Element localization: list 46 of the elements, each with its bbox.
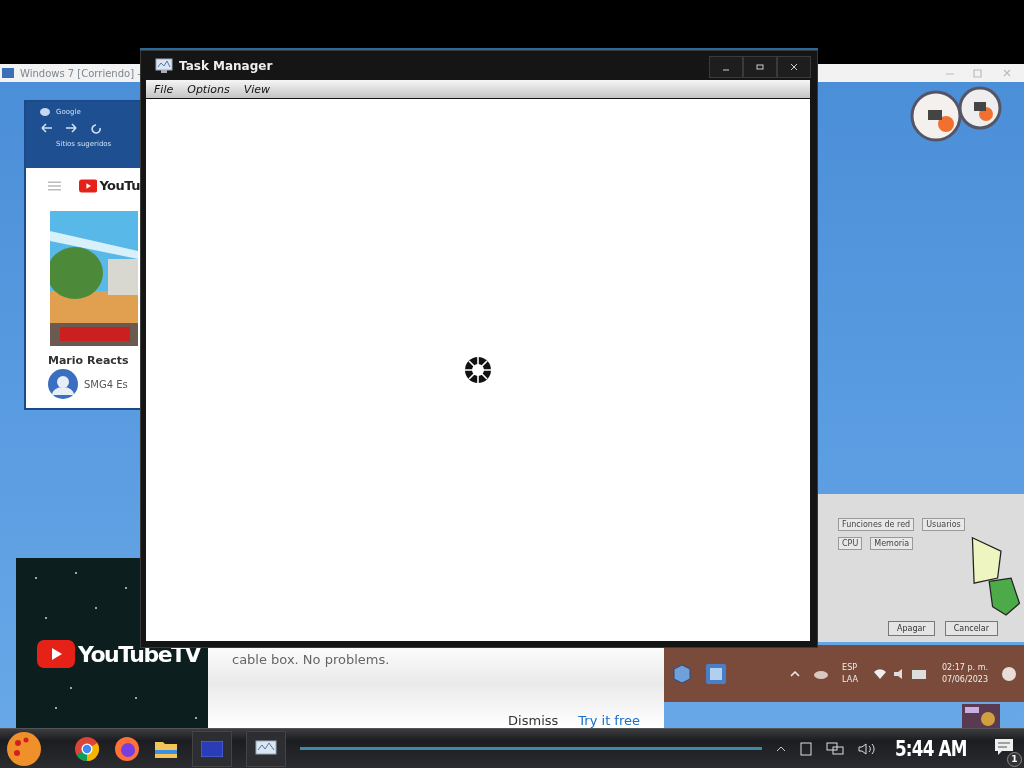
monitor-icon [155, 57, 173, 74]
menu-item[interactable]: File [154, 82, 174, 96]
clock-date[interactable]: 07/06/2023 [941, 673, 988, 686]
dialog-button[interactable]: Apagar [888, 621, 935, 636]
ad-button[interactable]: Try it free [578, 714, 640, 728]
caret-icon[interactable] [776, 745, 787, 752]
volume-icon[interactable] [858, 741, 877, 756]
tray-box-icon[interactable] [800, 741, 813, 756]
dialog-tab[interactable]: Funciones de red [838, 518, 915, 531]
column-header[interactable]: CPU [838, 537, 863, 550]
start-orb-icon[interactable] [6, 730, 42, 767]
clock-time[interactable]: 5:44 AM [895, 736, 968, 761]
ad-text: cable box. No problems. [232, 652, 391, 667]
maximize-button[interactable] [743, 56, 777, 78]
video-title[interactable]: Mario Reacts [48, 354, 140, 367]
play-logo-icon [78, 178, 98, 193]
menu-item[interactable]: Options [187, 82, 230, 96]
dialog-tab[interactable]: Usuarios [922, 518, 965, 531]
window-icon [2, 67, 14, 79]
ad-button[interactable]: Dismiss [508, 714, 559, 728]
loading-spinner-icon [464, 356, 492, 384]
taskbar-button[interactable] [246, 730, 286, 767]
column-header[interactable]: Memoria [870, 537, 914, 550]
fox-globe-icon[interactable] [114, 735, 140, 762]
channel-name: SMG4 Es [84, 378, 128, 390]
maximize-icon [756, 63, 764, 71]
logo-text: YouTu [99, 178, 140, 193]
window-icon [201, 740, 223, 757]
tray-icons[interactable] [871, 667, 928, 680]
avatar-icon [48, 369, 78, 399]
app-icon[interactable] [706, 663, 726, 684]
language-label[interactable]: ESP [842, 661, 858, 674]
window-title: Task Manager [179, 58, 273, 73]
play-logo-icon [37, 640, 75, 668]
monitor-icon [255, 739, 277, 758]
dialog-button[interactable]: Cancelar [944, 621, 999, 636]
close-icon [790, 63, 798, 71]
menu-item[interactable]: View [243, 82, 271, 96]
chrome-style-icon[interactable] [74, 735, 100, 762]
notification-icon[interactable] [994, 737, 1014, 756]
network-icon[interactable] [826, 741, 845, 756]
cube-icon[interactable] [672, 663, 692, 684]
tab-icon [40, 108, 50, 116]
clock-time[interactable]: 02:17 p. m. [941, 661, 988, 674]
notification-badge: 1 [1007, 751, 1022, 767]
language-label[interactable]: LAA [842, 673, 858, 686]
